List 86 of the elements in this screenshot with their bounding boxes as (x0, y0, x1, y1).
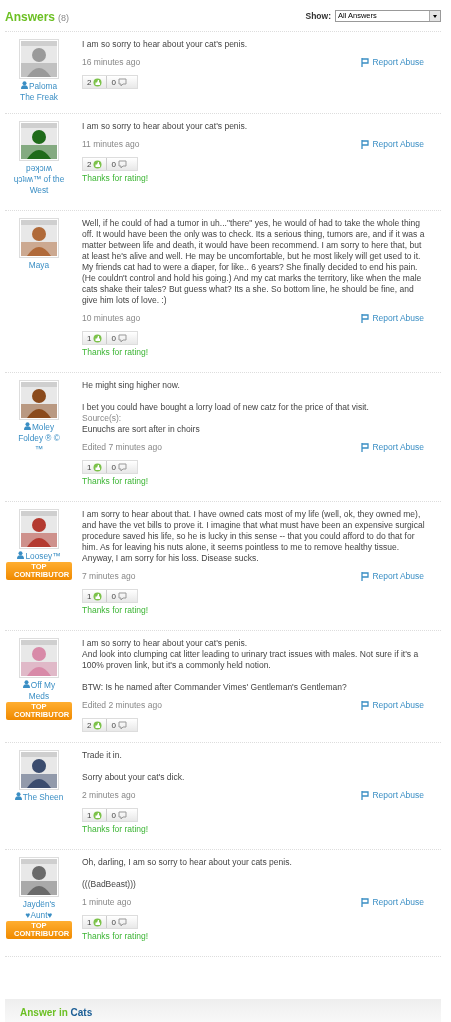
thumbs-up-icon (93, 333, 103, 343)
thanks-message: Thanks for rating! (82, 605, 150, 616)
section-title: Answers (5, 9, 56, 24)
report-abuse-link[interactable]: Report Abuse (361, 313, 424, 324)
category-link[interactable]: Cats (70, 1007, 93, 1018)
flag-icon (361, 572, 370, 581)
thumbs-down-button[interactable]: 0 (106, 332, 131, 344)
flag-icon (361, 443, 370, 452)
source-label: Source(s): (82, 413, 123, 424)
thumbs-up-button[interactable]: 1 (83, 461, 107, 473)
answer-text: Sorry about your cat's dick. (82, 772, 186, 783)
thumbs-up-button[interactable]: 2 (83, 76, 107, 88)
user-name-link[interactable]: Moley Foldey ® © ™ (13, 422, 65, 455)
answer-text: I am so sorry to hear about your cat's penis. (82, 39, 249, 50)
thumbs-up-button[interactable]: 1 (83, 916, 107, 928)
thumbs-down-button[interactable]: 0 (106, 590, 131, 602)
thanks-message: Thanks for rating! (82, 347, 150, 358)
answer-text: I am sorry to hear about that. I have owned cats most of my life (well, ok, they owned me), and have the vet bills to prove it. I imagine that what must have been an expensive surgical procedure saved his life, so he is lucky in this sense -- that you could afford to do that for him. As for leaving his nuts alone, it seems pointless to me to remove healthy tissue. Anyway, I am sorry for his loss. Disease sucks. (82, 509, 426, 564)
filter-label: Show: (305, 10, 331, 21)
user-icon (17, 551, 25, 559)
answer-text: Trade it in. (82, 750, 123, 761)
user-name-link[interactable]: Loosey™ (17, 551, 61, 562)
thumbs-down-button[interactable]: 0 (106, 158, 131, 170)
thumbs-up-icon (93, 462, 103, 472)
answer-time: 1 minute ago (82, 897, 132, 908)
flag-icon (361, 58, 370, 67)
thanks-message: Thanks for rating! (82, 173, 150, 184)
report-abuse-link[interactable]: Report Abuse (361, 57, 424, 68)
thumbs-down-button[interactable]: 0 (106, 916, 131, 928)
answer-time: 11 minutes ago (82, 139, 140, 150)
user-name-link[interactable]: Jaydën's ♥Aunt♥ (13, 899, 65, 921)
user-name-link[interactable]: Paloma The Freak (13, 81, 65, 103)
thumbs-up-button[interactable]: 1 (83, 590, 107, 602)
thumbs-down-button[interactable]: 0 (106, 461, 131, 473)
user-icon (23, 422, 31, 430)
user-name-link[interactable]: Maya (28, 260, 50, 271)
answer-text: BTW: Is he named after Commander Vimes' Gentleman's Gentleman? (82, 682, 348, 693)
thanks-message: Thanks for rating! (82, 931, 150, 942)
answer-text: I bet you could have bought a lorry load of new catz for the price of that visit. (82, 402, 370, 413)
thumbs-up-button[interactable]: 1 (83, 809, 107, 821)
thumbs-up-icon (93, 591, 103, 601)
thanks-message: Thanks for rating! (82, 476, 150, 487)
answer-time: 7 minutes ago (82, 571, 136, 582)
answer-text: He might sing higher now. (82, 380, 181, 391)
answer-time: 2 minutes ago (82, 790, 136, 801)
thumbs-up-icon (93, 810, 103, 820)
flag-icon (361, 791, 370, 800)
flag-icon (361, 898, 370, 907)
report-abuse-link[interactable]: Report Abuse (361, 139, 424, 150)
answer-text: I am so sorry to hear about your cat's penis. And look into clumping cat litter leading to urinary tract issues with males. Not sure if it's a 100% proven link, but it's a commonly held notion. (82, 638, 420, 671)
answer-time: Edited 2 minutes ago (82, 700, 162, 711)
user-name-link[interactable]: Off My Meds (13, 680, 65, 702)
report-abuse-link[interactable]: Report Abuse (361, 897, 424, 908)
answer-time: 16 minutes ago (82, 57, 141, 68)
thumbs-up-icon (93, 159, 103, 169)
user-name-link[interactable]: pǝʞɔıʍ ɥɔʇıʍ™ of the West (13, 163, 65, 196)
answer-time: 10 minutes ago (82, 313, 141, 324)
answer-text: Well, if he could of had a tumor in uh..."there" yes, he would of had to take the whole thing off. It would have been the only was to check. Its a serious thing, tumors are, and if it was a matter between life and death, it would have been recommend. I am sorry to here that, but at least he's alive and well. He may be uncomfortable, but he most likely will get used to it. My friends cat had to were a diaper, for like.. 6 years? She finally decided to end his pain. (He couldn't control and hold his going.) And my cat marks the territory, like when the male cats shake their tales? But guess what? Its a she. So bottom line, he should be fine, and give him lots of love. :) (82, 218, 426, 306)
thumbs-down-button[interactable]: 0 (106, 719, 131, 731)
answer-text: I am so sorry to hear about your cat's penis. (82, 121, 249, 132)
user-icon (20, 81, 28, 89)
thumbs-down-button[interactable]: 0 (106, 76, 131, 88)
flag-icon (361, 701, 370, 710)
thumbs-up-icon (93, 720, 103, 730)
thumbs-up-button[interactable]: 2 (83, 158, 107, 170)
answer-time: Edited 7 minutes ago (82, 442, 162, 453)
source-text: Eunuchs are sort after in choirs (82, 424, 201, 435)
answer-count: (8) (58, 12, 70, 23)
thumbs-up-icon (93, 917, 103, 927)
user-icon (14, 792, 22, 800)
user-name-link[interactable]: The Sheen (14, 792, 64, 803)
answer-text: Oh, darling, I am so sorry to hear about your cats penis. (82, 857, 293, 868)
flag-icon (361, 140, 370, 149)
thumbs-up-icon (93, 77, 103, 87)
user-icon (22, 680, 30, 688)
thumbs-up-button[interactable]: 1 (83, 332, 107, 344)
report-abuse-link[interactable]: Report Abuse (361, 571, 424, 582)
thanks-message: Thanks for rating! (82, 824, 150, 835)
answer-in-label: Answer in (20, 1007, 68, 1018)
report-abuse-link[interactable]: Report Abuse (361, 790, 424, 801)
thumbs-up-button[interactable]: 2 (83, 719, 107, 731)
answer-text: (((BadBeast))) (82, 879, 137, 890)
flag-icon (361, 314, 370, 323)
report-abuse-link[interactable]: Report Abuse (361, 700, 424, 711)
report-abuse-link[interactable]: Report Abuse (361, 442, 424, 453)
thumbs-down-button[interactable]: 0 (106, 809, 131, 821)
